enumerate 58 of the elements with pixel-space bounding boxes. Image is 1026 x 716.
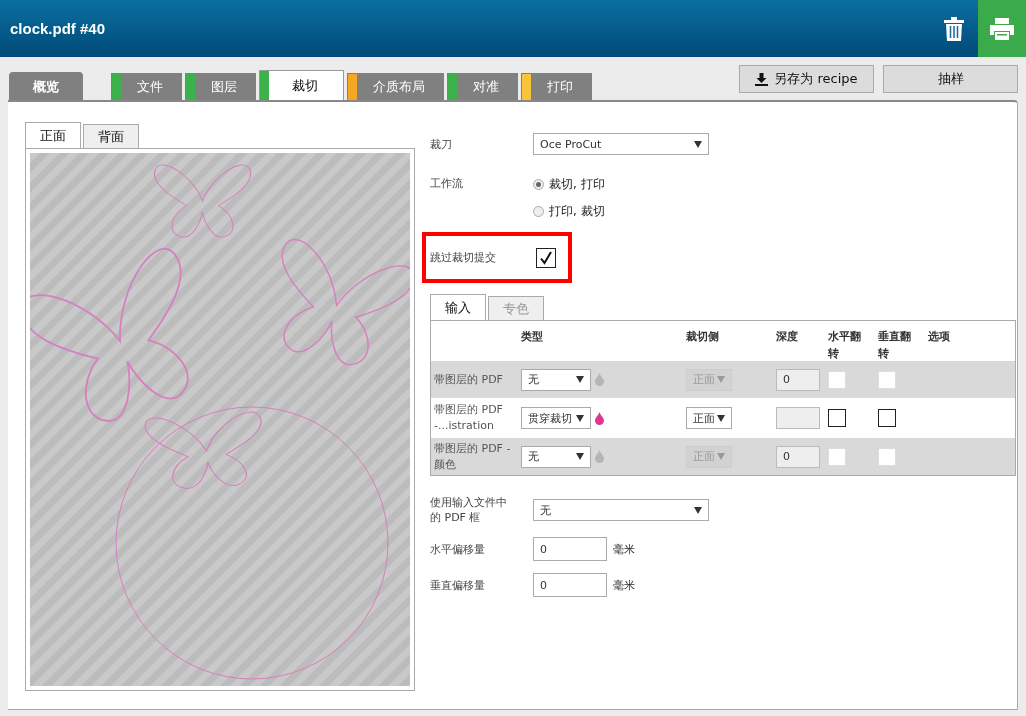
depth-field[interactable] (776, 407, 820, 429)
cutter-select[interactable]: Oce ProCut (533, 133, 709, 155)
column-header: 水平翻转 (828, 329, 862, 362)
side-select[interactable]: 正面 (686, 407, 732, 429)
caret-icon (717, 414, 725, 422)
step-tab[interactable]: 裁切 (259, 70, 344, 100)
offset-field[interactable]: 0 (533, 537, 607, 561)
window-title: clock.pdf #40 (9, 20, 107, 37)
caret-icon (694, 140, 702, 148)
column-header: 类型 (521, 329, 543, 345)
ink-drop-icon (595, 411, 604, 425)
ink-drop-icon (595, 450, 604, 463)
flip-checkbox[interactable] (828, 409, 846, 427)
field-label: 工作流 (430, 176, 464, 191)
printer-icon (990, 17, 1014, 40)
unit-label: 毫米 (613, 541, 635, 557)
radio-dot[interactable] (533, 206, 544, 217)
caret-icon (717, 453, 725, 460)
field-label: 垂直偏移量 (430, 577, 486, 593)
step-tab[interactable]: 概览 (9, 72, 83, 100)
caret-icon (576, 414, 584, 422)
caret-icon (694, 506, 702, 514)
step-tab[interactable]: 介质布局 (347, 73, 444, 100)
field-label: 裁刀 (430, 136, 453, 152)
caret-icon (576, 453, 584, 460)
column-header: 裁切侧 (686, 329, 719, 345)
step-tab[interactable]: 文件 (111, 73, 182, 100)
workflow-radio[interactable]: 裁切, 打印 (533, 176, 605, 193)
step-tab[interactable]: 对准 (447, 73, 518, 100)
layer-name: 带图层的 PDF -...istration (434, 402, 504, 434)
step-tab[interactable]: 图层 (185, 73, 256, 100)
column-header: 垂直翻转 (878, 329, 912, 362)
side-tab[interactable]: 正面 (25, 122, 81, 148)
caret-icon (717, 376, 725, 383)
type-select[interactable]: 贯穿裁切 (521, 407, 591, 429)
download-icon (755, 72, 769, 86)
column-header: 选项 (928, 329, 950, 345)
field-label: 水平偏移量 (430, 541, 486, 557)
layer-tab[interactable]: 输入 (430, 294, 486, 320)
offset-field[interactable]: 0 (533, 573, 607, 597)
caret-icon (576, 376, 584, 383)
sample-button[interactable]: 抽样 (883, 65, 1018, 93)
layer-name: 带图层的 PDF (434, 371, 504, 388)
unit-label: 毫米 (613, 577, 635, 593)
side-tab[interactable]: 背面 (83, 124, 139, 148)
pdf-box-select[interactable]: 无 (533, 499, 709, 521)
field-label: 跳过裁切提交 (430, 250, 497, 265)
ink-drop-icon (595, 373, 604, 386)
save-recipe-button[interactable]: 另存为 recipe (739, 65, 874, 93)
column-header: 深度 (776, 329, 798, 345)
flip-checkbox[interactable] (878, 409, 896, 427)
layer-name: 带图层的 PDF - 颜色 (434, 440, 512, 473)
check-icon (538, 249, 554, 266)
field-label: 使用输入文件中的 PDF 框 (430, 495, 508, 525)
radio-dot[interactable] (533, 179, 544, 190)
skip-checkbox[interactable] (536, 247, 556, 268)
workflow-radio[interactable]: 打印, 裁切 (533, 203, 605, 220)
step-tab[interactable]: 打印 (521, 73, 592, 100)
